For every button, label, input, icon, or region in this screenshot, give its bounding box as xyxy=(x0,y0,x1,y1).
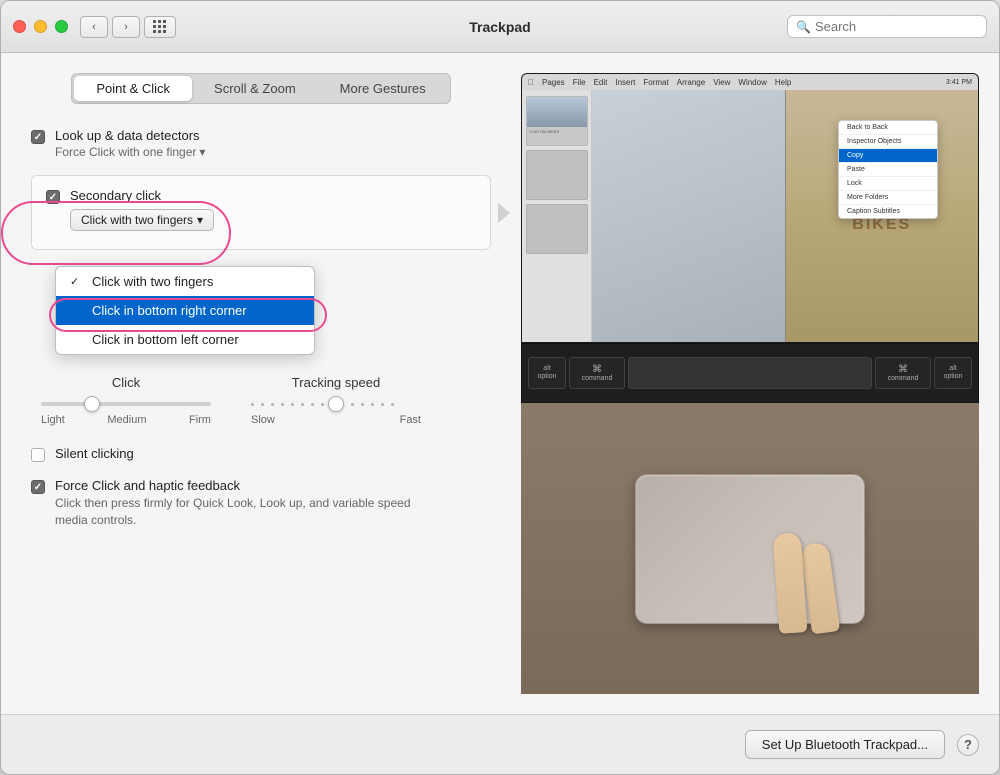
nav-buttons: ‹ › xyxy=(80,16,140,38)
screen-body: CUSTOM BIKES CUSTOMBIKES Back to B xyxy=(522,90,978,342)
thumbnail-2 xyxy=(526,150,588,200)
key-option-right: alt option xyxy=(934,357,972,389)
content-area: Point & Click Scroll & Zoom More Gesture… xyxy=(1,53,999,714)
key-spacebar xyxy=(628,357,872,389)
force-click-sublabel: Click then press firmly for Quick Look, … xyxy=(55,495,415,529)
screen-sidebar: CUSTOM BIKES xyxy=(522,90,592,342)
lookup-setting-row: Look up & data detectors Force Click wit… xyxy=(31,128,491,159)
tracking-slider-thumb[interactable] xyxy=(328,396,344,412)
click-label-firm: Firm xyxy=(189,414,211,426)
tracking-slider-title: Tracking speed xyxy=(292,375,380,390)
mac-screen-preview:  Pages File Edit Insert Format Arrange … xyxy=(521,73,979,343)
click-label-light: Light xyxy=(41,414,65,426)
secondary-click-content: Secondary click Click with two fingers ▾ xyxy=(70,188,214,231)
secondary-click-checkbox[interactable] xyxy=(46,190,60,204)
silent-clicking-label: Silent clicking xyxy=(55,446,134,461)
lookup-checkbox[interactable] xyxy=(31,130,45,144)
dropdown-item-bottom-right[interactable]: Click in bottom right corner xyxy=(56,296,314,325)
minimize-button[interactable] xyxy=(34,20,47,33)
tab-scroll-zoom[interactable]: Scroll & Zoom xyxy=(192,76,318,101)
help-button[interactable]: ? xyxy=(957,734,979,756)
force-click-label: Force Click and haptic feedback xyxy=(55,478,415,493)
click-slider-title: Click xyxy=(112,375,140,390)
screen-menubar:  Pages File Edit Insert Format Arrange … xyxy=(522,74,978,90)
trackpad-preview xyxy=(521,403,979,694)
click-slider-thumb[interactable] xyxy=(84,396,100,412)
finger-2 xyxy=(773,532,808,634)
screen-context-menu: Back to Back Inspector Objects Copy Past… xyxy=(838,120,938,219)
thumbnail-1: CUSTOM BIKES xyxy=(526,96,588,146)
tracking-slider-track[interactable] xyxy=(251,402,421,406)
search-box[interactable]: 🔍 xyxy=(787,15,987,38)
silent-clicking-checkbox[interactable] xyxy=(31,448,45,462)
left-panel: Point & Click Scroll & Zoom More Gesture… xyxy=(1,73,521,714)
click-slider-track[interactable] xyxy=(41,402,211,406)
close-button[interactable] xyxy=(13,20,26,33)
checkmark-icon: ✓ xyxy=(70,275,84,288)
lookup-label: Look up & data detectors xyxy=(55,128,205,143)
keyboard-preview: alt option ⌘ command ⌘ command alt optio… xyxy=(521,343,979,403)
key-command-right: ⌘ command xyxy=(875,357,931,389)
dropdown-item-bottom-left[interactable]: Click in bottom left corner xyxy=(56,325,314,354)
lookup-setting-content: Look up & data detectors Force Click wit… xyxy=(55,128,205,159)
search-input[interactable] xyxy=(815,19,978,34)
main-window: ‹ › Trackpad 🔍 Point & Click Scroll & Zo… xyxy=(0,0,1000,775)
hand-fingers xyxy=(744,493,854,653)
secondary-click-label: Secondary click xyxy=(70,188,214,203)
silent-clicking-row: Silent clicking xyxy=(31,446,491,462)
screen-main-area: CUSTOMBIKES Back to Back Inspector Objec… xyxy=(592,90,978,342)
force-click-row: Force Click and haptic feedback Click th… xyxy=(31,478,491,529)
apple-menu:  xyxy=(528,78,534,87)
click-slider-labels: Light Medium Firm xyxy=(41,414,211,426)
screen-cell-bike xyxy=(592,90,785,342)
force-click-checkbox[interactable] xyxy=(31,480,45,494)
tracking-slider-labels: Slow Fast xyxy=(251,414,421,426)
key-option-left: alt option xyxy=(528,357,566,389)
click-slider-group: Click Light Medium Firm xyxy=(41,375,211,426)
secondary-click-container: Secondary click Click with two fingers ▾ xyxy=(31,175,491,355)
tab-point-click[interactable]: Point & Click xyxy=(74,76,192,101)
maximize-button[interactable] xyxy=(55,20,68,33)
tracking-slider-group: Tracking speed xyxy=(251,375,421,426)
search-icon: 🔍 xyxy=(796,20,811,34)
secondary-click-dropdown-wrapper: Click with two fingers ▾ xyxy=(70,203,214,231)
secondary-click-section: Secondary click Click with two fingers ▾ xyxy=(31,175,491,250)
click-label-medium: Medium xyxy=(107,414,146,426)
tab-bar: Point & Click Scroll & Zoom More Gesture… xyxy=(31,73,491,104)
dropdown-item-two-fingers[interactable]: ✓ Click with two fingers xyxy=(56,267,314,296)
secondary-click-dropdown[interactable]: Click with two fingers ▾ xyxy=(70,209,214,231)
dropdown-menu-container: ✓ Click with two fingers Click in bottom… xyxy=(55,266,491,355)
force-click-content: Force Click and haptic feedback Click th… xyxy=(55,478,415,529)
key-command-left: ⌘ command xyxy=(569,357,625,389)
secondary-click-row: Secondary click Click with two fingers ▾ xyxy=(46,188,476,231)
trackpad-surface xyxy=(635,474,865,624)
forward-button[interactable]: › xyxy=(112,16,140,38)
tracking-label-slow: Slow xyxy=(251,414,275,426)
grid-icon xyxy=(153,20,167,34)
setup-bluetooth-button[interactable]: Set Up Bluetooth Trackpad... xyxy=(745,730,945,759)
back-button[interactable]: ‹ xyxy=(80,16,108,38)
bottom-bar: Set Up Bluetooth Trackpad... ? xyxy=(1,714,999,774)
sliders-section: Click Light Medium Firm Tracking speed xyxy=(31,375,491,426)
right-panel:  Pages File Edit Insert Format Arrange … xyxy=(521,73,999,714)
traffic-lights xyxy=(13,20,68,33)
tab-more-gestures[interactable]: More Gestures xyxy=(318,76,448,101)
tracking-label-fast: Fast xyxy=(400,414,421,426)
grid-view-button[interactable] xyxy=(144,16,176,38)
dropdown-menu: ✓ Click with two fingers Click in bottom… xyxy=(55,266,315,355)
window-title: Trackpad xyxy=(469,19,530,35)
lookup-sublabel: Force Click with one finger ▾ xyxy=(55,145,205,159)
titlebar: ‹ › Trackpad 🔍 xyxy=(1,1,999,53)
bottom-settings: Silent clicking Force Click and haptic f… xyxy=(31,446,491,529)
thumbnail-3 xyxy=(526,204,588,254)
tab-group: Point & Click Scroll & Zoom More Gesture… xyxy=(71,73,450,104)
